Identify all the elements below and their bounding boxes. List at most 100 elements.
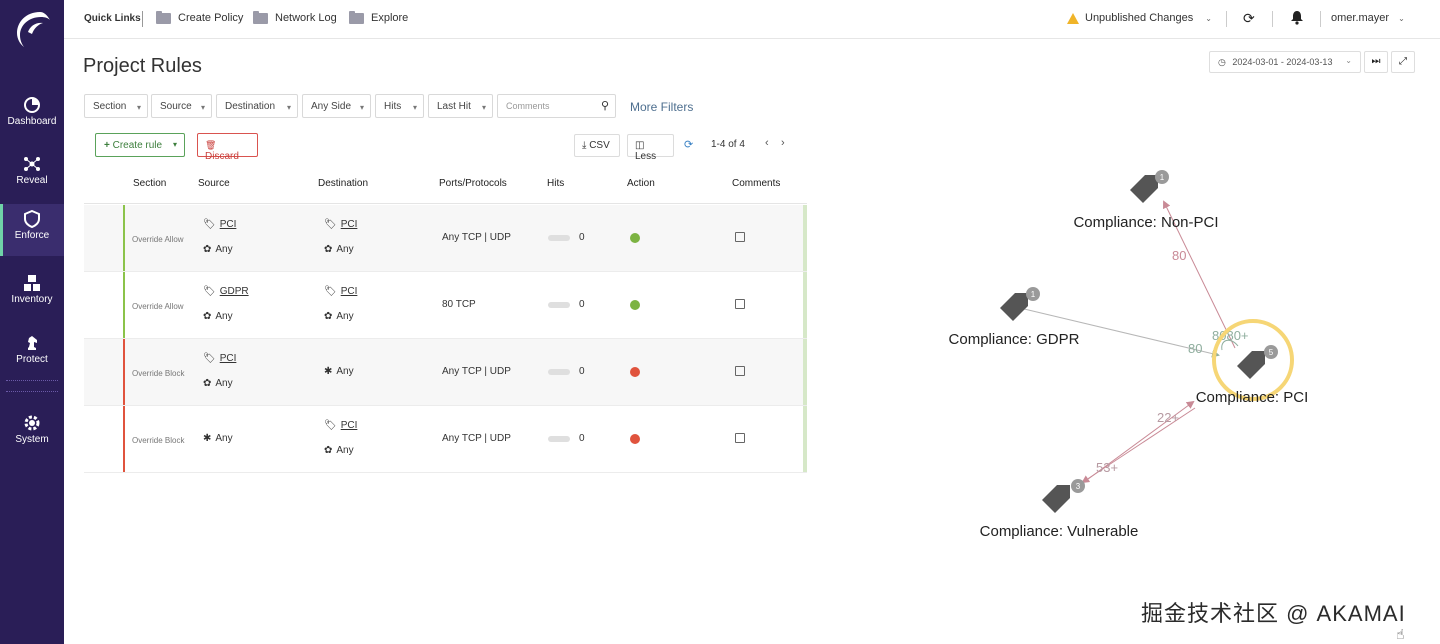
refresh-table-icon[interactable]: ⟳ — [684, 138, 693, 151]
source-tag[interactable]: 🏷 PCI — [203, 353, 236, 364]
akamai-logo-icon[interactable] — [10, 6, 54, 50]
graph-node-non-pci[interactable]: 1 Compliance: Non-PCI — [1073, 170, 1219, 231]
plus-icon: + — [104, 140, 110, 151]
expand-button[interactable]: ⤢ — [1391, 51, 1415, 73]
csv-export-button[interactable]: ⤓ CSV — [574, 134, 620, 157]
column-header-hits[interactable]: Hits — [547, 178, 564, 189]
destination-tag[interactable]: 🏷 PCI — [324, 219, 357, 230]
discard-label: Discard — [205, 151, 239, 162]
table-row[interactable]: Override Block 🏷 PCI ✿ Any ✱ Any Any TCP | … — [84, 339, 807, 406]
source-tag[interactable]: 🏷 PCI — [203, 219, 236, 230]
refresh-icon[interactable]: ⟳ — [1243, 10, 1255, 27]
folder-icon — [253, 10, 268, 24]
network-icon — [0, 149, 64, 175]
column-header-action[interactable]: Action — [627, 178, 655, 189]
sidebar-item-system[interactable]: System — [0, 408, 64, 464]
gear-icon: ✿ — [324, 311, 333, 322]
sidebar-item-inventory[interactable]: Inventory — [0, 268, 64, 324]
any-label: Any — [336, 366, 354, 377]
node-label: Compliance: Vulnerable — [980, 523, 1139, 540]
trash-icon: 🗑 — [205, 140, 217, 150]
column-header-destination[interactable]: Destination — [318, 178, 368, 189]
quick-link-network-log[interactable]: Network Log — [253, 10, 337, 24]
section-indicator — [123, 272, 125, 338]
date-range-picker[interactable]: ◷ 2024-03-01 - 2024-03-13 ⌄ — [1209, 51, 1361, 73]
any-label: Any — [336, 311, 354, 322]
filter-label: Hits — [384, 101, 402, 112]
watermark: 掘金技术社区 @ AKAMAI — [1141, 601, 1406, 626]
search-placeholder: Comments — [506, 101, 550, 111]
node-count: 1 — [1160, 173, 1165, 182]
column-header-section[interactable]: Section — [133, 178, 166, 189]
user-menu[interactable]: omer.mayer ⌄ — [1331, 12, 1405, 24]
sidebar-item-dashboard[interactable]: Dashboard — [0, 90, 64, 146]
search-icon[interactable]: ⚲ — [601, 99, 609, 112]
section-indicator — [123, 339, 125, 405]
any-label: Any — [215, 311, 233, 322]
comments-search-input[interactable]: Comments ⚲ — [497, 94, 616, 118]
filter-destination[interactable]: Destination ▾ — [216, 94, 298, 118]
comment-icon[interactable] — [735, 232, 745, 242]
filter-source[interactable]: Source ▾ — [151, 94, 212, 118]
caret-down-icon: ▾ — [359, 103, 364, 112]
node-count: 1 — [1031, 290, 1036, 299]
filter-label: Section — [93, 101, 127, 112]
skip-forward-button[interactable]: ⏭ — [1364, 51, 1388, 73]
prev-page-icon[interactable]: ‹ — [765, 137, 769, 149]
sidebar-item-reveal[interactable]: Reveal — [0, 149, 64, 205]
filter-any-side[interactable]: Any Side ▾ — [302, 94, 371, 118]
bell-icon[interactable] — [1290, 10, 1304, 28]
filter-section[interactable]: Section ▾ — [84, 94, 148, 118]
hits-count: 0 — [579, 299, 585, 310]
comment-icon[interactable] — [735, 299, 745, 309]
tag-label: PCI — [219, 353, 237, 364]
filter-label: Last Hit — [437, 101, 471, 112]
column-header-ports[interactable]: Ports/Protocols — [439, 178, 507, 189]
create-rule-button[interactable]: + Create rule ▾ — [95, 133, 185, 157]
sidebar-item-label: System — [15, 434, 49, 445]
sidebar-item-label: Protect — [16, 354, 48, 365]
shield-icon — [0, 204, 64, 230]
filter-last-hit[interactable]: Last Hit ▾ — [428, 94, 493, 118]
quick-link-create-policy[interactable]: Create Policy — [156, 10, 243, 24]
caret-down-icon: ▾ — [481, 103, 486, 112]
hits-count: 0 — [579, 366, 585, 377]
caret-down-icon: ▾ — [172, 140, 177, 149]
gear-icon: ✿ — [203, 378, 212, 389]
any-label: Any — [336, 244, 354, 255]
caret-down-icon: ▾ — [200, 103, 205, 112]
table-row[interactable]: Override Allow 🏷 GDPR ✿ Any 🏷 PCI ✿ Any 80 T… — [84, 272, 807, 339]
row-status-bar — [803, 406, 807, 472]
tag-icon: 🏷 — [203, 219, 216, 230]
edge-label: 80 — [1172, 248, 1186, 263]
caret-down-icon: ▾ — [412, 103, 417, 112]
rules-graph[interactable]: 80 8080+ 80 22+ 53+ 1 Compliance: Non-PC… — [900, 150, 1340, 570]
page-title: Project Rules — [83, 55, 202, 77]
filter-hits[interactable]: Hits ▾ — [375, 94, 424, 118]
row-status-bar — [803, 339, 807, 405]
chevron-down-icon: ⌄ — [1398, 14, 1405, 23]
graph-node-vulnerable[interactable]: 3 Compliance: Vulnerable — [980, 479, 1139, 540]
filter-label: Source — [160, 101, 192, 112]
unpublished-changes-dropdown[interactable]: Unpublished Changes ⌄ — [1067, 12, 1212, 24]
destination-tag[interactable]: 🏷 PCI — [324, 286, 357, 297]
table-row[interactable]: Override Block ✱ Any 🏷 PCI ✿ Any Any TCP | … — [84, 406, 807, 473]
csv-label: CSV — [589, 140, 610, 151]
comment-icon[interactable] — [735, 433, 745, 443]
column-header-comments[interactable]: Comments — [732, 178, 780, 189]
more-filters-link[interactable]: More Filters — [630, 100, 693, 114]
edge-label: 22+ — [1157, 410, 1179, 425]
comment-icon[interactable] — [735, 366, 745, 376]
sidebar-item-protect[interactable]: Protect — [0, 328, 64, 384]
destination-tag[interactable]: 🏷 PCI — [324, 420, 357, 431]
sidebar-item-enforce[interactable]: Enforce — [0, 204, 64, 256]
column-header-source[interactable]: Source — [198, 178, 230, 189]
rules-table: Section Source Destination Ports/Protoco… — [84, 163, 807, 473]
less-columns-button[interactable]: ◫ Less — [627, 134, 674, 162]
next-page-icon[interactable]: › — [781, 137, 785, 149]
quick-link-explore[interactable]: Explore — [349, 10, 408, 24]
table-row[interactable]: Override Allow 🏷 PCI ✿ Any 🏷 PCI ✿ Any Any T… — [84, 205, 807, 272]
source-tag[interactable]: 🏷 GDPR — [203, 286, 249, 297]
discard-button[interactable]: 🗑 Discard — [197, 133, 258, 162]
hits-count: 0 — [579, 433, 585, 444]
